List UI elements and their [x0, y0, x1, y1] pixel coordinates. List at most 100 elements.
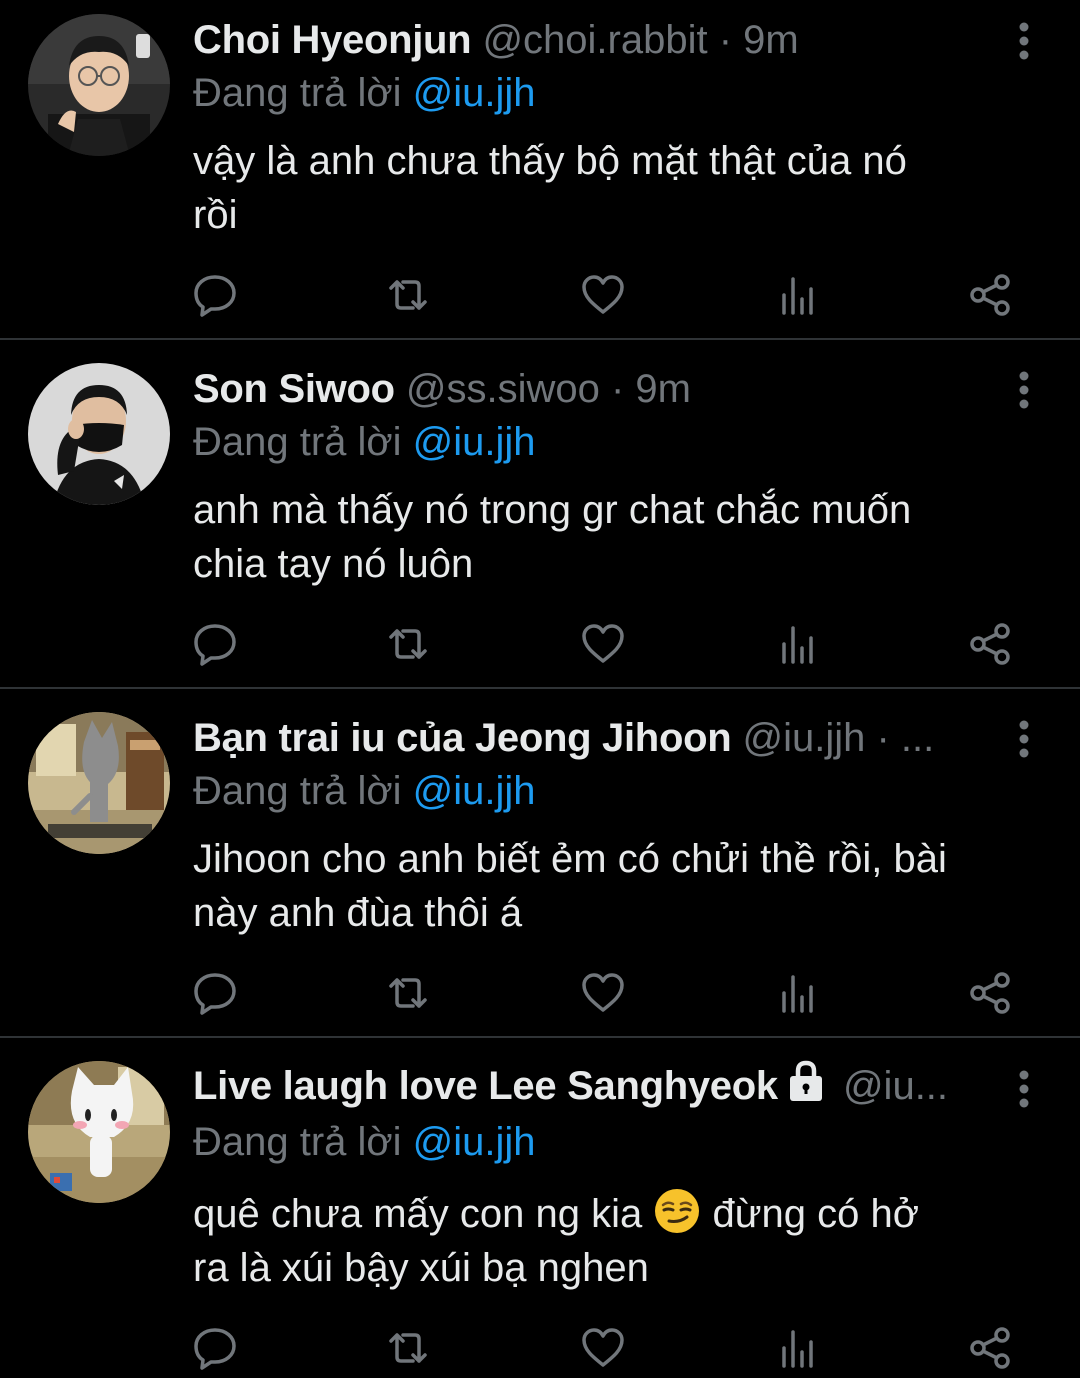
tweet-text-segment: đừng có hở: [701, 1192, 919, 1236]
like-icon: [582, 275, 624, 314]
like-button[interactable]: [581, 1326, 625, 1370]
display-name[interactable]: Choi Hyeonjun: [193, 18, 472, 62]
separator-dot: ·: [610, 367, 625, 411]
action-bar: [193, 971, 1023, 1015]
more-options-icon[interactable]: [1014, 21, 1034, 61]
like-icon: [582, 1328, 624, 1367]
tweet-text-line: chia tay nó luôn: [193, 542, 474, 586]
avatar-cartoon-cat-icon: [28, 1061, 170, 1203]
tweet-header: Bạn trai iu của Jeong Jihoon @iu.jjh · .…: [193, 711, 980, 765]
more-options-icon[interactable]: [1014, 719, 1034, 759]
avatar-photo-icon: [28, 363, 170, 505]
truncation-ellipsis: ...: [900, 716, 935, 760]
handle[interactable]: @choi.rabbit: [482, 18, 707, 62]
share-button[interactable]: [969, 273, 1013, 317]
tweet[interactable]: Choi Hyeonjun @choi.rabbit · 9m Đang trả…: [0, 0, 1080, 340]
reply-button[interactable]: [193, 273, 237, 317]
replying-to-handle[interactable]: @iu.jjh: [413, 71, 536, 115]
tweet-text-line: Jihoon cho anh biết ẻm có chửi thề rồi, …: [193, 837, 947, 881]
action-bar: [193, 622, 1023, 666]
display-name[interactable]: Bạn trai iu của Jeong Jihoon: [193, 716, 732, 760]
reply-icon: [194, 973, 236, 1015]
share-button[interactable]: [969, 971, 1013, 1015]
display-name[interactable]: Live laugh love Lee Sanghyeok: [193, 1064, 778, 1108]
avatar[interactable]: [28, 712, 170, 854]
tweet-text: quê chưa mấy con ng kia đừng có hở ra là…: [193, 1187, 1053, 1295]
display-name[interactable]: Son Siwoo: [193, 367, 395, 411]
avatar[interactable]: [28, 1061, 170, 1203]
replying-to: Đang trả lời @iu.jjh: [193, 766, 536, 816]
tweet-text: vậy là anh chưa thấy bộ mặt thật của nó …: [193, 134, 1053, 242]
tweet-text-line: này anh đùa thôi á: [193, 891, 523, 935]
reply-feed: Choi Hyeonjun @choi.rabbit · 9m Đang trả…: [0, 0, 1080, 1378]
handle[interactable]: @iu.jjh: [742, 716, 865, 760]
replying-to-handle[interactable]: @iu.jjh: [413, 420, 536, 464]
tweet-text: anh mà thấy nó trong gr chat chắc muốn c…: [193, 483, 1053, 591]
replying-to-handle[interactable]: @iu.jjh: [413, 769, 536, 813]
reply-button[interactable]: [193, 971, 237, 1015]
tweet-header: Choi Hyeonjun @choi.rabbit · 9m: [193, 13, 980, 67]
tweet[interactable]: Bạn trai iu của Jeong Jihoon @iu.jjh · .…: [0, 689, 1080, 1038]
view-stats-button[interactable]: [776, 1326, 820, 1370]
stats-icon: [782, 975, 813, 1013]
tweet-text-line: quê chưa mấy con ng kia đừng có hở: [193, 1187, 1053, 1241]
share-icon: [970, 623, 1010, 665]
more-options-icon[interactable]: [1014, 370, 1034, 410]
timestamp[interactable]: 9m: [743, 18, 799, 62]
reply-icon: [194, 1328, 236, 1370]
share-icon: [970, 1327, 1010, 1369]
replying-to: Đang trả lời @iu.jjh: [193, 1117, 536, 1167]
stats-icon: [782, 626, 813, 664]
replying-to: Đang trả lời @iu.jjh: [193, 417, 536, 467]
tweet-text: Jihoon cho anh biết ẻm có chửi thề rồi, …: [193, 832, 1053, 940]
like-button[interactable]: [581, 971, 625, 1015]
tweet-header: Son Siwoo @ss.siwoo · 9m: [193, 362, 980, 416]
avatar-photo-icon: [28, 14, 170, 156]
view-stats-button[interactable]: [776, 971, 820, 1015]
retweet-icon: [389, 1333, 427, 1363]
tweet[interactable]: Son Siwoo @ss.siwoo · 9m Đang trả lời @i…: [0, 340, 1080, 689]
replying-to: Đang trả lời @iu.jjh: [193, 68, 536, 118]
like-icon: [582, 624, 624, 663]
view-stats-button[interactable]: [776, 622, 820, 666]
smirking-face-icon: [655, 1189, 700, 1233]
tweet-text-line: ra là xúi bậy xúi bạ nghen: [193, 1246, 649, 1290]
reply-icon: [194, 624, 236, 666]
retweet-button[interactable]: [386, 971, 430, 1015]
avatar[interactable]: [28, 14, 170, 156]
reply-button[interactable]: [193, 1326, 237, 1370]
stats-icon: [782, 277, 813, 315]
retweet-button[interactable]: [386, 273, 430, 317]
replying-to-handle[interactable]: @iu.jjh: [413, 1120, 536, 1164]
handle[interactable]: @ss.siwoo: [406, 367, 600, 411]
like-button[interactable]: [581, 622, 625, 666]
like-button[interactable]: [581, 273, 625, 317]
retweet-icon: [389, 629, 427, 659]
reply-icon: [194, 275, 236, 317]
lock-icon: [789, 1060, 822, 1101]
share-icon: [970, 972, 1010, 1014]
like-icon: [582, 973, 624, 1012]
retweet-icon: [389, 978, 427, 1008]
retweet-button[interactable]: [386, 1326, 430, 1370]
timestamp[interactable]: 9m: [635, 367, 691, 411]
stats-icon: [782, 1330, 813, 1368]
avatar[interactable]: [28, 363, 170, 505]
tweet[interactable]: Live laugh love Lee Sanghyeok @iu... Đan…: [0, 1038, 1080, 1378]
handle[interactable]: @iu...: [843, 1064, 948, 1108]
replying-to-label: Đang trả lời: [193, 769, 402, 813]
replying-to-label: Đang trả lời: [193, 71, 402, 115]
share-button[interactable]: [969, 1326, 1013, 1370]
tweet-text-line: vậy là anh chưa thấy bộ mặt thật của nó: [193, 139, 907, 183]
view-stats-button[interactable]: [776, 273, 820, 317]
retweet-button[interactable]: [386, 622, 430, 666]
tweet-text-segment: quê chưa mấy con ng kia: [193, 1192, 654, 1236]
more-options-icon[interactable]: [1014, 1069, 1034, 1109]
tweet-text-line: rồi: [193, 193, 238, 237]
reply-button[interactable]: [193, 622, 237, 666]
separator-dot: ·: [876, 716, 890, 760]
share-button[interactable]: [969, 622, 1013, 666]
tweet-text-line: anh mà thấy nó trong gr chat chắc muốn: [193, 488, 912, 532]
avatar-cartoon-cat-icon: [28, 712, 170, 854]
replying-to-label: Đang trả lời: [193, 420, 402, 464]
